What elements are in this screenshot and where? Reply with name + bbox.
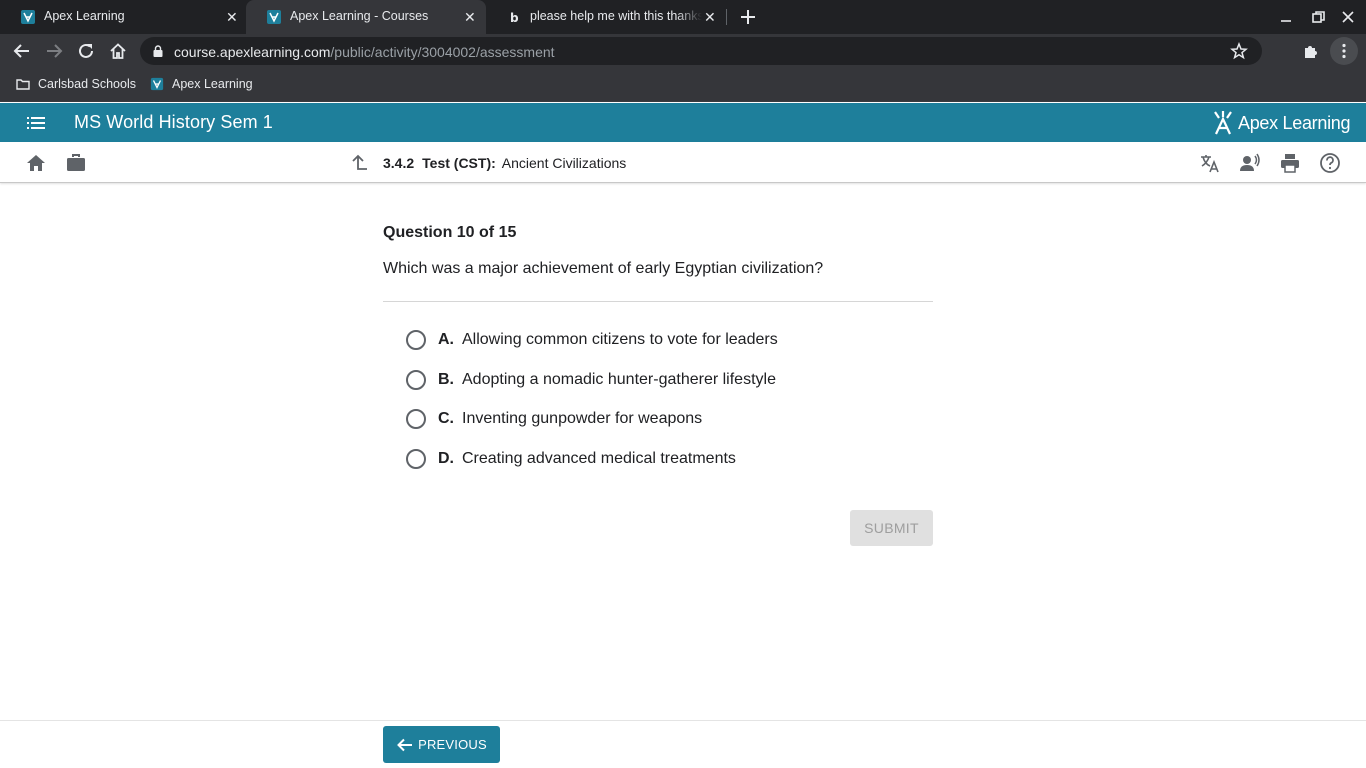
minimize-icon[interactable]: [1277, 8, 1295, 26]
browser-toolbar: course.apexlearning.com/public/activity/…: [0, 34, 1366, 94]
browser-tab-apex-courses[interactable]: Apex Learning - Courses ✕: [246, 0, 486, 34]
browser-tab-brainly[interactable]: b please help me with this thanks ✕: [486, 0, 726, 34]
radio-button[interactable]: [406, 449, 426, 469]
extensions-icon[interactable]: [1302, 42, 1320, 60]
more-vert-icon: [1342, 43, 1346, 59]
brand-name: Apex Learning: [1238, 112, 1351, 133]
bookmark-apex-learning[interactable]: Apex Learning: [150, 77, 253, 91]
lock-icon: [153, 45, 163, 57]
folder-icon: [16, 79, 30, 90]
question-counter: Question 10 of 15: [383, 224, 517, 241]
close-tab-icon[interactable]: ✕: [704, 10, 716, 24]
bookmarks-bar: Carlsbad Schools Apex Learning: [0, 68, 1366, 102]
print-icon[interactable]: [1279, 152, 1301, 174]
footer-nav: PREVIOUS: [0, 720, 1366, 768]
restore-icon[interactable]: [1309, 8, 1327, 26]
apex-logo-icon: [1214, 111, 1232, 135]
menu-button[interactable]: [1330, 37, 1358, 65]
activity-bar: 3.4.2 Test (CST): Ancient Civilizations: [0, 142, 1366, 183]
read-aloud-icon[interactable]: [1239, 152, 1261, 174]
previous-button[interactable]: PREVIOUS: [383, 726, 500, 763]
answer-option-b[interactable]: B. Adopting a nomadic hunter-gatherer li…: [406, 368, 776, 392]
translate-icon[interactable]: [1199, 152, 1221, 174]
tab-title: Apex Learning: [44, 9, 125, 23]
submit-button[interactable]: SUBMIT: [850, 510, 933, 546]
svg-text:b: b: [510, 11, 519, 25]
home-icon[interactable]: [25, 152, 47, 174]
forward-icon[interactable]: [45, 42, 63, 60]
activity-breadcrumb: 3.4.2 Test (CST): Ancient Civilizations: [383, 155, 627, 171]
close-tab-icon[interactable]: ✕: [464, 10, 476, 24]
help-icon[interactable]: [1319, 152, 1341, 174]
browser-tab-apex-learning[interactable]: Apex Learning ✕: [0, 0, 246, 34]
url-text: course.apexlearning.com/public/activity/…: [174, 44, 555, 60]
tab-title: Apex Learning - Courses: [290, 9, 429, 23]
question-text: Which was a major achievement of early E…: [383, 260, 824, 277]
apex-logo: Apex Learning: [1212, 110, 1350, 136]
close-window-icon[interactable]: [1339, 8, 1357, 26]
answer-option-c[interactable]: C. Inventing gunpowder for weapons: [406, 407, 702, 431]
back-icon[interactable]: [13, 42, 31, 60]
radio-button[interactable]: [406, 330, 426, 350]
home-icon[interactable]: [109, 42, 127, 60]
tab-separator: [726, 9, 727, 25]
brainly-favicon-icon: b: [510, 11, 519, 25]
apex-favicon-icon: [150, 77, 164, 91]
app-header: MS World History Sem 1 Apex Learning: [0, 103, 1366, 142]
course-title: MS World History Sem 1: [74, 112, 273, 132]
radio-button[interactable]: [406, 409, 426, 429]
close-tab-icon[interactable]: ✕: [226, 10, 238, 24]
new-tab-icon[interactable]: [738, 7, 758, 27]
address-bar[interactable]: course.apexlearning.com/public/activity/…: [140, 37, 1262, 65]
reload-icon[interactable]: [77, 42, 95, 60]
apex-favicon-icon: [21, 10, 35, 24]
tab-strip: Apex Learning ✕ Apex Learning - Courses …: [0, 0, 1366, 34]
answer-option-a[interactable]: A. Allowing common citizens to vote for …: [406, 328, 778, 352]
arrow-left-icon: [397, 738, 413, 751]
apex-favicon-icon: [267, 10, 281, 24]
tab-title: please help me with this thanks: [530, 9, 702, 23]
up-arrow-icon[interactable]: [347, 152, 369, 174]
divider: [383, 301, 933, 302]
menu-list-icon[interactable]: [26, 113, 46, 133]
briefcase-icon[interactable]: [65, 152, 87, 174]
answer-option-d[interactable]: D. Creating advanced medical treatments: [406, 447, 736, 471]
bookmark-star-icon[interactable]: [1230, 42, 1248, 60]
bookmark-carlsbad-schools[interactable]: Carlsbad Schools: [16, 77, 136, 91]
radio-button[interactable]: [406, 370, 426, 390]
